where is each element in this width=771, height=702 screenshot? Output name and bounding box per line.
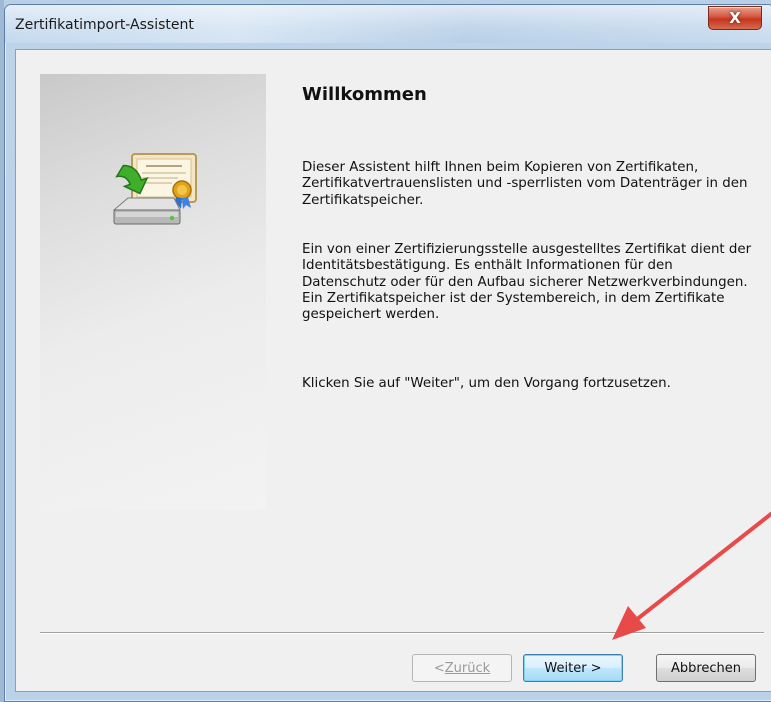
close-button[interactable]: X — [708, 6, 762, 30]
next-button[interactable]: Weiter > — [523, 654, 623, 682]
close-icon: X — [729, 9, 741, 27]
title-bar[interactable]: Zertifikatimport-Assistent X — [5, 5, 771, 43]
page-title: Willkommen — [302, 84, 427, 105]
wizard-side-panel — [40, 74, 266, 510]
window-title: Zertifikatimport-Assistent — [15, 17, 194, 33]
button-separator — [40, 632, 764, 634]
certificate-import-icon — [112, 153, 197, 225]
back-button-label: Zurück — [444, 660, 491, 676]
back-button-prefix: < — [433, 660, 445, 676]
dialog-client-area: Willkommen Dieser Assistent hilft Ihnen … — [15, 49, 771, 692]
dialog-window: Zertifikatimport-Assistent X Willkommen … — [4, 4, 771, 702]
certificate-info-text: Ein von einer Zertifizierungsstelle ausg… — [302, 242, 752, 323]
back-button[interactable]: < Zurück — [412, 654, 512, 682]
continue-instruction-text: Klicken Sie auf "Weiter", um den Vorgang… — [302, 376, 671, 391]
cancel-button[interactable]: Abbrechen — [656, 654, 756, 682]
intro-text: Dieser Assistent hilft Ihnen beim Kopier… — [302, 160, 748, 208]
